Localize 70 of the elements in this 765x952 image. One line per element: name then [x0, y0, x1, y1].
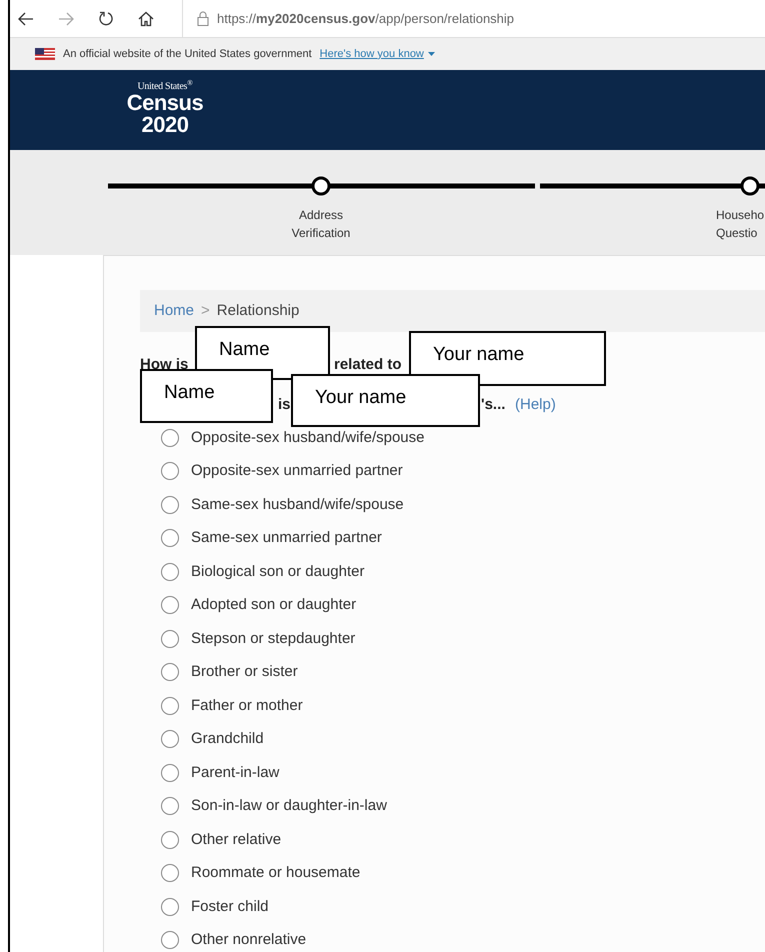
option-label: Roommate or housemate [191, 863, 360, 883]
breadcrumb-current: Relationship [216, 300, 300, 321]
radio-option[interactable]: Other nonrelative [140, 924, 765, 952]
radio-option[interactable]: Father or mother [140, 689, 765, 722]
radio-option[interactable]: Adopted son or daughter [140, 588, 765, 622]
radio-option[interactable]: Same-sex unmarried partner [140, 522, 765, 555]
forward-icon[interactable] [58, 12, 74, 26]
radio-button[interactable] [161, 898, 179, 916]
option-label: Parent-in-law [191, 762, 280, 782]
radio-button[interactable] [161, 730, 179, 748]
radio-button[interactable] [161, 529, 179, 548]
breadcrumb-link[interactable]: Home [154, 300, 194, 322]
radio-button[interactable] [161, 630, 179, 648]
radio-option[interactable]: Son-in-law or daughter-in-law [140, 790, 765, 823]
banner-text: An official website of the United States government [63, 46, 312, 62]
back-icon[interactable] [18, 12, 34, 26]
radio-option[interactable]: Stepson or stepdaughter [140, 622, 765, 656]
home-icon[interactable] [138, 10, 154, 26]
radio-option[interactable]: Parent-in-law [140, 756, 765, 790]
breadcrumb-separator: > [201, 300, 210, 321]
radio-option[interactable]: Foster child [140, 890, 765, 924]
reload-icon[interactable] [98, 10, 114, 26]
step-label: Househo Questio [715, 207, 765, 242]
radio-option[interactable]: Biological son or daughter [140, 555, 765, 588]
option-label: Other nonrelative [191, 930, 306, 950]
question-text: is [278, 394, 291, 415]
name-label: Your name [291, 374, 480, 427]
lock-icon [197, 11, 209, 26]
radio-button[interactable] [161, 596, 179, 614]
name-label: Your name [409, 331, 606, 386]
radio-option[interactable]: Opposite-sex unmarried partner [140, 454, 765, 488]
radio-button[interactable] [161, 931, 179, 950]
radio-button[interactable] [161, 663, 179, 682]
help-link[interactable]: (Help) [515, 394, 556, 416]
radio-button[interactable] [161, 696, 179, 715]
option-label: Opposite-sex unmarried partner [191, 461, 403, 481]
caret-icon [428, 52, 435, 56]
radio-button[interactable] [161, 797, 179, 816]
name-label: Name [140, 369, 273, 423]
radio-option[interactable]: Other relative [140, 823, 765, 856]
url-text: https://my2020census.gov/app/person/relationship [217, 10, 514, 28]
radio-button[interactable] [161, 562, 179, 581]
radio-button[interactable] [161, 462, 179, 480]
radio-button[interactable] [161, 764, 179, 782]
radio-option[interactable]: Roommate or housemate [140, 856, 765, 890]
option-label: Foster child [191, 896, 269, 916]
option-label: Same-sex husband/wife/spouse [191, 494, 404, 514]
radio-button[interactable] [161, 496, 179, 514]
question-text: 's... [481, 394, 506, 415]
radio-button[interactable] [161, 830, 179, 849]
option-label: Son-in-law or daughter-in-law [191, 796, 387, 816]
option-label: Father or mother [191, 696, 303, 716]
option-label: Adopted son or daughter [191, 595, 356, 615]
option-label: Brother or sister [191, 662, 298, 682]
step-label: Address Verification [290, 207, 352, 242]
option-label: Grandchild [191, 729, 264, 749]
radio-option[interactable]: Brother or sister [140, 656, 765, 689]
radio-button[interactable] [161, 864, 179, 882]
option-label: Stepson or stepdaughter [191, 628, 356, 648]
option-label: Biological son or daughter [191, 562, 364, 582]
how-you-know-link[interactable]: Here's how you know [320, 46, 435, 62]
census-logo[interactable]: United States$^{®}$ Census 2020 [120, 70, 210, 136]
radio-option[interactable]: Grandchild [140, 722, 765, 756]
us-flag-icon [35, 48, 55, 60]
option-label: Same-sex unmarried partner [191, 528, 382, 548]
question-text: related to [334, 354, 402, 375]
option-label: Opposite-sex husband/wife/spouse [191, 428, 424, 448]
option-label: Other relative [191, 830, 282, 850]
radio-option[interactable]: Same-sex husband/wife/spouse [140, 488, 765, 522]
radio-button[interactable] [161, 428, 179, 447]
